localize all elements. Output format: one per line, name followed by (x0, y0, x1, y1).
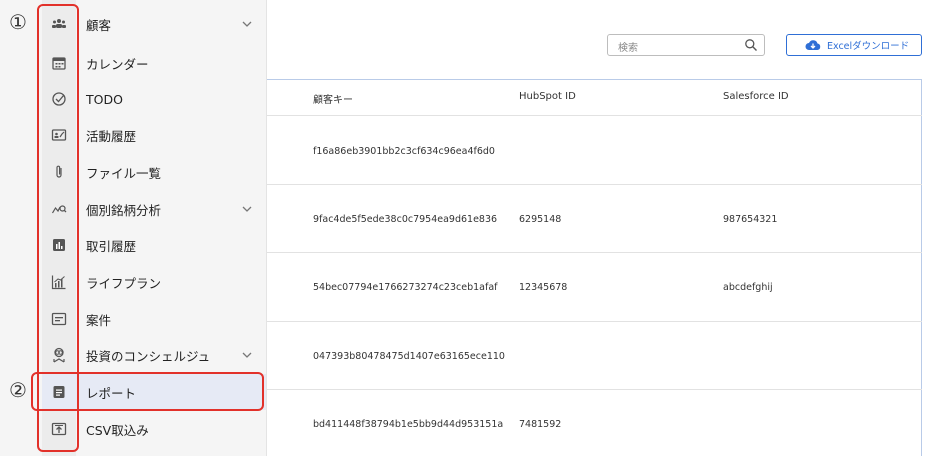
table-row[interactable]: 54bec07794e1766273274c23ceb1afaf 1234567… (267, 253, 922, 322)
sidebar-item-label: 案件 (86, 312, 112, 328)
cell-hubspot-id: 7481592 (519, 419, 562, 430)
excel-download-button[interactable]: Excelダウンロード (786, 34, 922, 56)
sidebar-item-label: 個別銘柄分析 (86, 202, 162, 218)
excel-download-label: Excelダウンロード (827, 41, 910, 52)
chevron-down-icon[interactable] (240, 348, 254, 362)
sidebar-item-label: カレンダー (86, 56, 149, 72)
search-icon[interactable] (744, 38, 758, 52)
table-row[interactable]: f16a86eb3901bb2c3cf634c96ea4f6d0 (267, 116, 922, 185)
column-header-hubspot-id[interactable]: HubSpot ID (519, 91, 576, 102)
callout-number-1: ① (9, 10, 27, 34)
cell-customer-key: 54bec07794e1766273274c23ceb1afaf (313, 282, 498, 293)
cell-hubspot-id: 6295148 (519, 214, 562, 225)
sidebar-item-label: CSV取込み (86, 422, 149, 438)
cloud-download-icon (805, 40, 821, 50)
cell-customer-key: 047393b80478475d1407e63165ece110 (313, 351, 505, 362)
cell-hubspot-id: 12345678 (519, 282, 568, 293)
callout-box-report (31, 372, 264, 411)
cell-customer-key: f16a86eb3901bb2c3cf634c96ea4f6d0 (313, 146, 495, 157)
sidebar-item-label: 取引履歴 (86, 238, 137, 254)
search-placeholder: 検索 (618, 43, 638, 54)
sidebar-item-label: 投資のコンシェルジュ (86, 348, 211, 364)
sidebar-item-label: 活動履歴 (86, 128, 137, 144)
chevron-down-icon[interactable] (240, 202, 254, 216)
cell-salesforce-id: abcdefghij (723, 282, 773, 293)
sidebar-item-label: ライフプラン (86, 275, 162, 291)
search-input[interactable]: 検索 (607, 34, 765, 56)
column-header-salesforce-id[interactable]: Salesforce ID (723, 91, 789, 102)
table-header: 顧客キー HubSpot ID Salesforce ID (267, 80, 922, 116)
customer-table: 顧客キー HubSpot ID Salesforce ID f16a86eb39… (267, 79, 922, 456)
app-root: 顧客 カレンダー TODO 活動履歴 ファイル一覧 個別銘柄分析 取引履歴 ライ… (0, 0, 937, 456)
sidebar-item-label: TODO (86, 91, 123, 107)
cell-customer-key: 9fac4de5f5ede38c0c7954ea9d61e836 (313, 214, 498, 225)
column-header-customer-key[interactable]: 顧客キー (313, 91, 353, 106)
main-content: 検索 Excelダウンロード 顧客キー HubSpot ID Salesforc… (267, 0, 937, 456)
callout-number-2: ② (9, 378, 27, 402)
sidebar-item-label: 顧客 (86, 17, 112, 33)
cell-customer-key: bd411448f38794b1e5bb9d44d953151a (313, 419, 504, 430)
table-row[interactable]: 9fac4de5f5ede38c0c7954ea9d61e836 6295148… (267, 185, 922, 253)
table-row[interactable]: bd411448f38794b1e5bb9d44d953151a 7481592 (267, 390, 922, 456)
cell-salesforce-id: 987654321 (723, 214, 778, 225)
table-row[interactable]: 047393b80478475d1407e63165ece110 (267, 322, 922, 390)
chevron-down-icon[interactable] (240, 17, 254, 31)
sidebar-item-label: ファイル一覧 (86, 165, 162, 181)
